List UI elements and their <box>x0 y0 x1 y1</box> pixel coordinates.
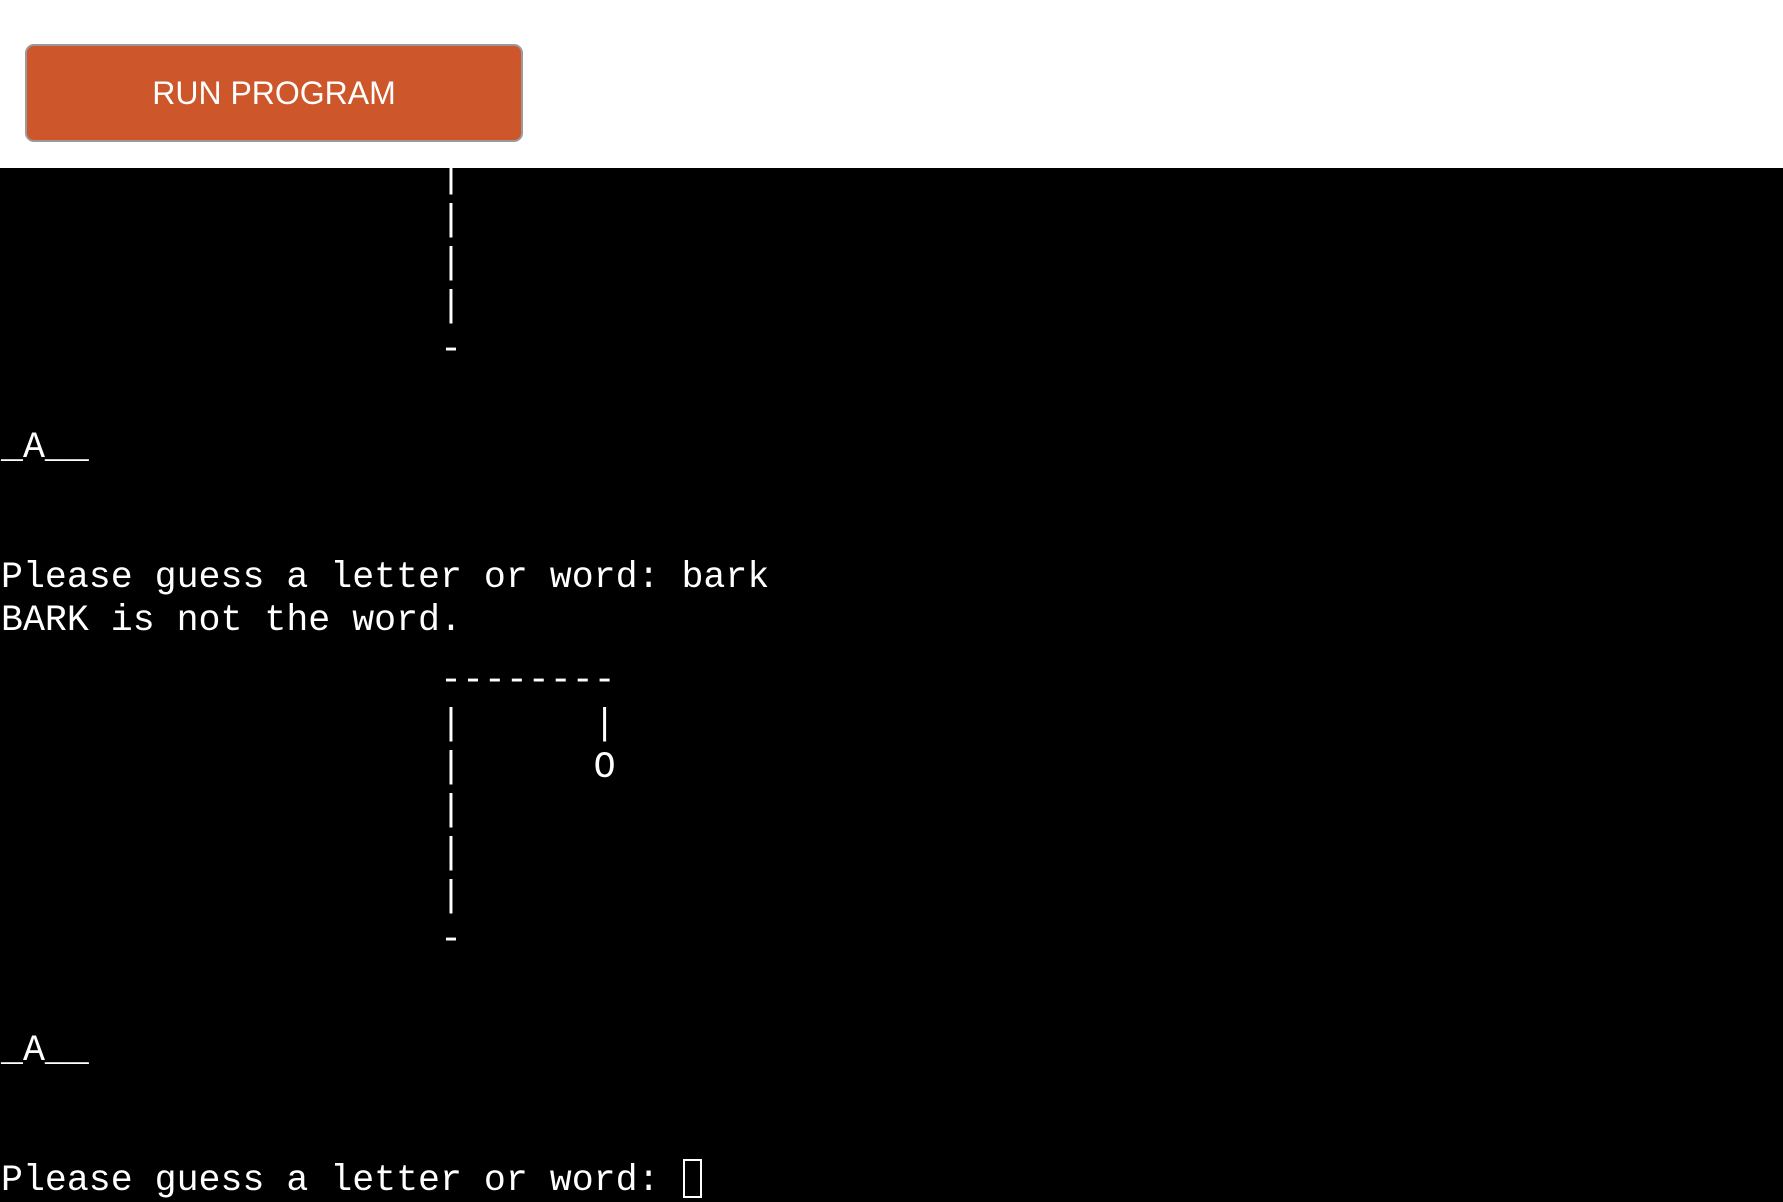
input-prompt: Please guess a letter or word: <box>1 1160 682 1201</box>
terminal-line: | <box>1 286 462 327</box>
text-cursor[interactable] <box>683 1159 703 1198</box>
hangman-drawing-line: - <box>1 919 462 960</box>
hangman-drawing-line: | <box>1 876 462 917</box>
terminal-line: - <box>1 329 462 370</box>
guess-prompt: Please guess a letter or word: bark <box>1 557 770 598</box>
hangman-drawing-line: | <box>1 833 462 874</box>
input-prompt-line[interactable]: Please guess a letter or word: <box>1 1159 703 1202</box>
run-program-button[interactable]: RUN PROGRAM <box>25 44 523 142</box>
hangman-drawing-line: | <box>1 790 462 831</box>
word-progress: _A__ <box>1 1030 89 1071</box>
terminal-output[interactable]: | | | | - _A__ Please guess a letter or … <box>0 168 1783 1202</box>
guess-result-message: BARK is not the word. <box>1 600 462 641</box>
terminal-line: | <box>1 243 462 284</box>
terminal-line: | <box>1 168 462 198</box>
top-toolbar: RUN PROGRAM <box>0 0 1783 168</box>
hangman-drawing-line: | O <box>1 747 616 788</box>
terminal-line: | <box>1 200 462 241</box>
hangman-drawing-line: | | <box>1 704 616 745</box>
word-progress: _A__ <box>1 427 89 468</box>
hangman-drawing-line: -------- <box>1 660 616 701</box>
